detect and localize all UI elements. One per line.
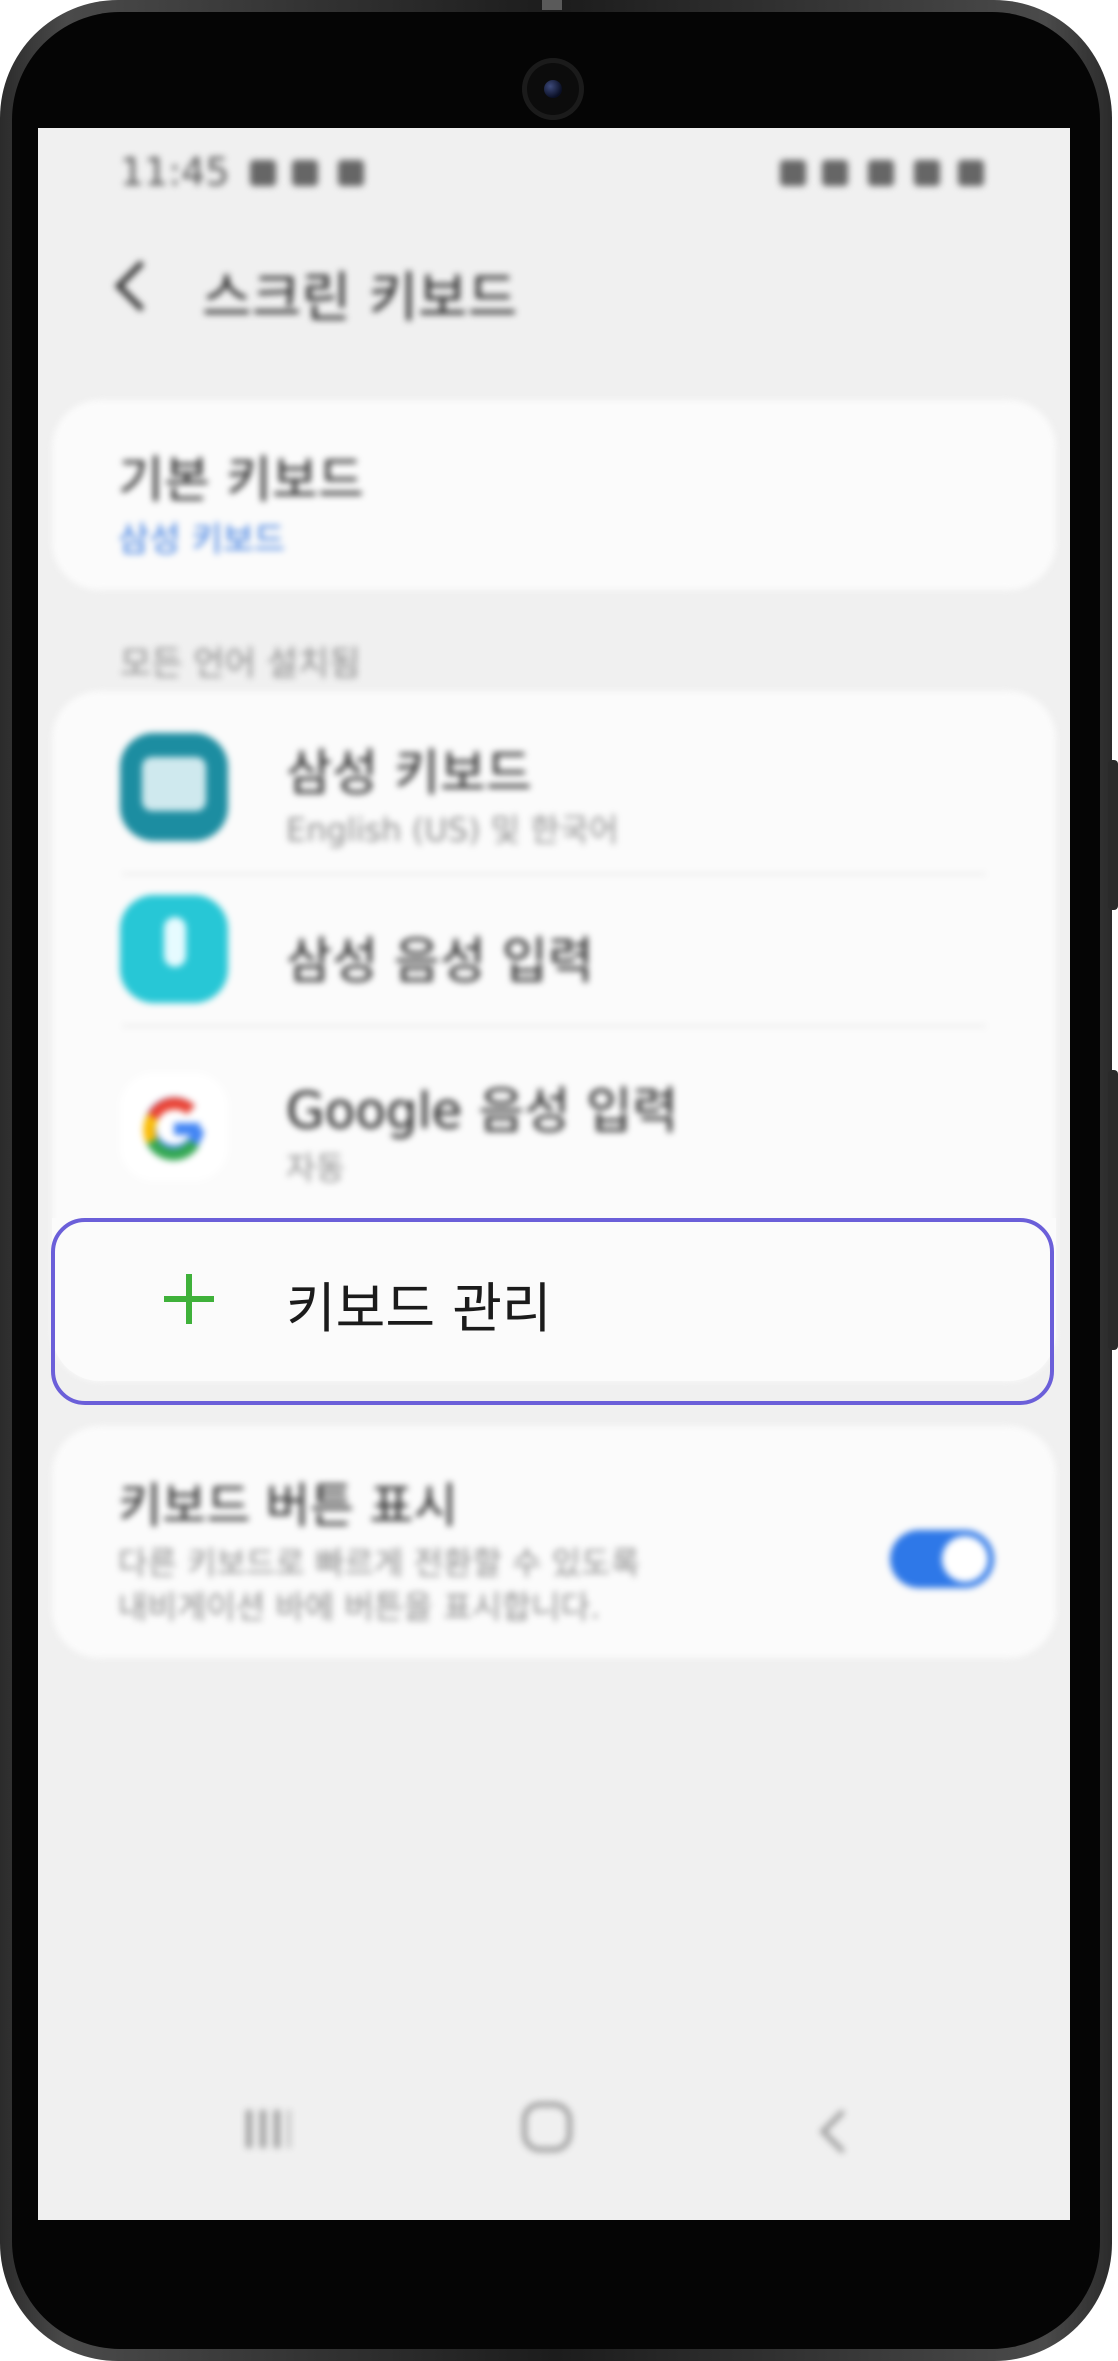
screen: 11:45 스크린 키보드 기본 키보드 삼성 키보드 모든 언어 설치됨 삼성… <box>38 128 1070 2220</box>
keyboard-button-description: 내비게이션 바에 버튼을 표시합니다. <box>118 1588 601 1626</box>
volume-button <box>1108 760 1118 910</box>
nav-back-icon[interactable] <box>819 2109 864 2154</box>
keyboard-subtitle: English (US) 및 한국어 <box>286 811 619 849</box>
samsung-voice-input-icon <box>120 895 228 1003</box>
keyboard-item-samsung-voice[interactable]: 삼성 음성 입력 <box>52 875 1056 1025</box>
home-icon[interactable] <box>522 2102 572 2152</box>
navigation-bar <box>38 2088 1070 2198</box>
recents-icon[interactable] <box>246 2110 290 2148</box>
notification-icon <box>292 160 318 186</box>
default-keyboard-value: 삼성 키보드 <box>118 520 286 560</box>
default-keyboard-title: 기본 키보드 <box>118 451 364 509</box>
alarm-icon <box>822 160 848 186</box>
page-title: 스크린 키보드 <box>202 266 518 329</box>
keyboard-button-description: 다른 키보드로 빠르게 전환할 수 있도록 <box>118 1544 640 1582</box>
keyboard-name: Google 음성 입력 <box>286 1082 679 1140</box>
samsung-keyboard-icon <box>120 733 228 841</box>
mail-icon <box>338 160 364 186</box>
gallery-icon <box>250 160 276 186</box>
keyboard-button-toggle[interactable] <box>890 1530 994 1588</box>
status-time: 11:45 <box>120 150 230 194</box>
signal-icon <box>914 160 940 186</box>
front-camera <box>522 58 584 120</box>
default-keyboard-card[interactable]: 기본 키보드 삼성 키보드 <box>52 400 1056 590</box>
back-arrow-icon[interactable] <box>114 260 166 312</box>
section-label: 모든 언어 설치됨 <box>120 644 361 684</box>
keyboard-item-samsung[interactable]: 삼성 키보드 English (US) 및 한국어 <box>52 691 1056 871</box>
highlight-box <box>51 1218 1054 1405</box>
mute-icon <box>780 160 806 186</box>
keyboard-item-google-voice[interactable]: Google 음성 입력 자동 <box>52 1027 1056 1207</box>
wifi-icon <box>868 160 894 186</box>
keyboard-subtitle: 자동 <box>286 1149 345 1187</box>
keyboard-button-card[interactable]: 키보드 버튼 표시 다른 키보드로 빠르게 전환할 수 있도록 내비게이션 바에… <box>52 1426 1056 1658</box>
battery-icon <box>958 160 984 186</box>
keyboard-button-title: 키보드 버튼 표시 <box>118 1478 458 1534</box>
status-bar: 11:45 <box>38 128 1070 218</box>
keyboard-name: 삼성 음성 입력 <box>286 932 594 990</box>
power-button <box>1108 1070 1118 1350</box>
keyboard-name: 삼성 키보드 <box>286 744 532 802</box>
google-icon <box>120 1073 228 1181</box>
frame-notch <box>542 0 562 10</box>
